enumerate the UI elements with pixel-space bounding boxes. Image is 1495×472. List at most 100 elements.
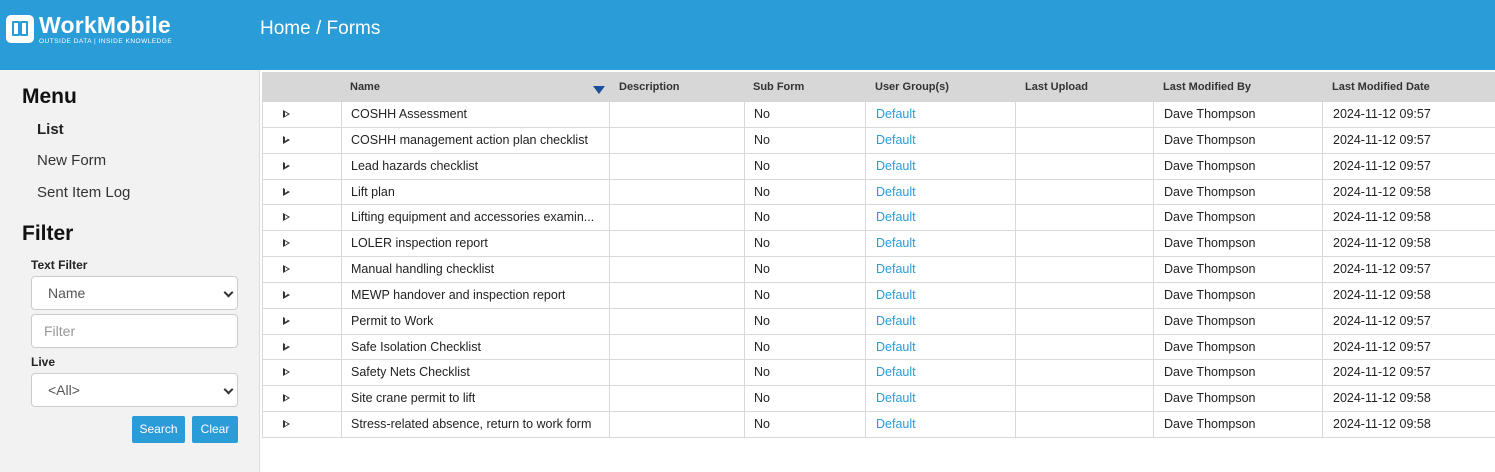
cell-last-modified-by: Dave Thompson [1164, 391, 1256, 406]
col-header-name[interactable]: Name [350, 81, 380, 93]
cell-user-groups[interactable]: Default [876, 154, 916, 179]
table-row[interactable]: Lift plan No Default Dave Thompson 2024-11-1… [263, 179, 1495, 206]
cell-last-modified-date: 2024-11-12 09:57 [1333, 107, 1431, 121]
cell-last-modified-date: 2024-11-12 09:57 [1333, 158, 1431, 173]
expand-row-triangle-icon[interactable] [283, 342, 290, 351]
expand-row-triangle-icon[interactable] [283, 187, 290, 196]
col-header-last-modified-by[interactable]: Last Modified By [1163, 81, 1251, 93]
cell-last-modified-date: 2024-11-12 09:58 [1333, 184, 1431, 199]
expand-row-triangle-icon[interactable] [283, 290, 290, 299]
expand-row-triangle-icon[interactable] [283, 135, 290, 144]
cell-user-groups[interactable]: Default [876, 257, 916, 282]
expand-row-triangle-icon[interactable] [283, 368, 290, 377]
cell-sub-form: No [754, 417, 770, 432]
forms-grid: Name Description Sub Form User Group(s) … [262, 72, 1495, 102]
cell-user-groups[interactable]: Default [876, 180, 916, 205]
column-divider [1153, 205, 1154, 231]
clear-button[interactable]: Clear [192, 416, 238, 443]
column-divider [1153, 308, 1154, 334]
table-row[interactable]: Site crane permit to lift No Default Dave T… [263, 386, 1495, 413]
expand-row-triangle-icon[interactable] [283, 161, 290, 170]
cell-user-groups[interactable]: Default [876, 128, 916, 153]
column-divider [744, 102, 745, 127]
column-divider [1153, 360, 1154, 386]
expand-row-triangle-icon[interactable] [283, 394, 290, 403]
table-row[interactable]: Stress-related absence, return to work f… [263, 412, 1495, 438]
workmobile-logo[interactable]: WorkMobile OUTSIDE DATA | INSIDE KNOWLED… [6, 13, 172, 47]
column-divider [1322, 102, 1323, 127]
col-header-last-modified-date[interactable]: Last Modified Date [1332, 81, 1430, 93]
column-divider [865, 231, 866, 257]
table-row[interactable]: Manual handling checklist No Default Dave T… [263, 257, 1495, 283]
column-divider [609, 127, 610, 153]
cell-user-groups[interactable]: Default [876, 102, 916, 127]
column-divider [341, 102, 342, 127]
column-divider [609, 360, 610, 386]
live-select[interactable]: <All> [31, 373, 238, 407]
table-row[interactable]: Lead hazards checklist No Default Dave Thom… [263, 153, 1495, 180]
filter-input[interactable]: Filter [31, 314, 238, 348]
column-divider [1153, 153, 1154, 179]
menu-item-list[interactable]: List [37, 121, 64, 138]
cell-last-modified-by: Dave Thompson [1164, 262, 1256, 277]
cell-name: Lead hazards checklist [351, 158, 479, 173]
column-divider [341, 308, 342, 334]
cell-user-groups[interactable]: Default [876, 309, 916, 334]
column-divider [609, 205, 610, 231]
expand-row-triangle-icon[interactable] [283, 239, 290, 248]
expand-row-triangle-icon[interactable] [283, 316, 290, 325]
table-row[interactable]: Safe Isolation Checklist No Default Dave Th… [263, 334, 1495, 361]
table-row[interactable]: COSHH Assessment No Default Dave Thompson 20… [263, 102, 1495, 128]
cell-user-groups[interactable]: Default [876, 283, 916, 308]
expand-row-triangle-icon[interactable] [283, 110, 290, 118]
text-filter-label: Text Filter [31, 258, 88, 272]
column-divider [1015, 334, 1016, 360]
cell-user-groups[interactable]: Default [876, 412, 916, 437]
table-row[interactable]: Lifting equipment and accessories examin… [263, 205, 1495, 232]
cell-last-modified-by: Dave Thompson [1164, 287, 1256, 302]
cell-last-modified-by: Dave Thompson [1164, 313, 1256, 328]
expand-row-triangle-icon[interactable] [283, 213, 290, 222]
expand-row-triangle-icon[interactable] [283, 265, 290, 274]
logo-icon [6, 15, 34, 43]
sort-down-triangle-icon[interactable] [593, 86, 605, 94]
column-divider [609, 231, 610, 257]
table-row[interactable]: MEWP handover and inspection report No Def… [263, 282, 1495, 309]
cell-user-groups[interactable]: Default [876, 231, 916, 256]
cell-last-modified-date: 2024-11-12 09:58 [1333, 391, 1431, 406]
cell-sub-form: No [754, 107, 770, 121]
cell-user-groups[interactable]: Default [876, 335, 916, 360]
col-header-last-upload[interactable]: Last Upload [1025, 81, 1088, 93]
cell-user-groups[interactable]: Default [876, 205, 916, 230]
column-divider [1015, 231, 1016, 257]
column-divider [1322, 127, 1323, 153]
column-divider [744, 231, 745, 257]
menu-item-new-form[interactable]: New Form [37, 152, 106, 169]
cell-user-groups[interactable]: Default [876, 360, 916, 385]
col-header-sub-form[interactable]: Sub Form [753, 81, 804, 93]
menu-item-sent-item-log[interactable]: Sent Item Log [37, 184, 130, 201]
cell-last-modified-date: 2024-11-12 09:57 [1333, 132, 1431, 147]
cell-sub-form: No [754, 262, 770, 277]
cell-user-groups[interactable]: Default [876, 386, 916, 411]
table-row[interactable]: COSHH management action plan checklist No… [263, 127, 1495, 154]
cell-sub-form: No [754, 313, 770, 328]
column-divider [609, 153, 610, 179]
text-filter-select[interactable]: Name [31, 276, 238, 310]
text-filter-select-value: Name [48, 285, 86, 301]
col-header-description[interactable]: Description [619, 81, 680, 93]
column-divider [744, 179, 745, 205]
table-row[interactable]: Permit to Work No Default Dave Thompson 2024… [263, 308, 1495, 335]
column-divider [865, 334, 866, 360]
cell-last-modified-date: 2024-11-12 09:58 [1333, 236, 1431, 251]
table-row[interactable]: LOLER inspection report No Default Dave Tho… [263, 231, 1495, 258]
chevron-down-icon [223, 384, 234, 395]
column-divider [744, 282, 745, 308]
table-row[interactable]: Safety Nets Checklist No Default Dave Thomp… [263, 360, 1495, 387]
expand-row-triangle-icon[interactable] [283, 420, 290, 429]
cell-sub-form: No [754, 132, 770, 147]
search-button[interactable]: Search [132, 416, 185, 443]
column-divider [1015, 205, 1016, 231]
column-divider [1153, 257, 1154, 282]
col-header-user-groups[interactable]: User Group(s) [875, 81, 949, 93]
